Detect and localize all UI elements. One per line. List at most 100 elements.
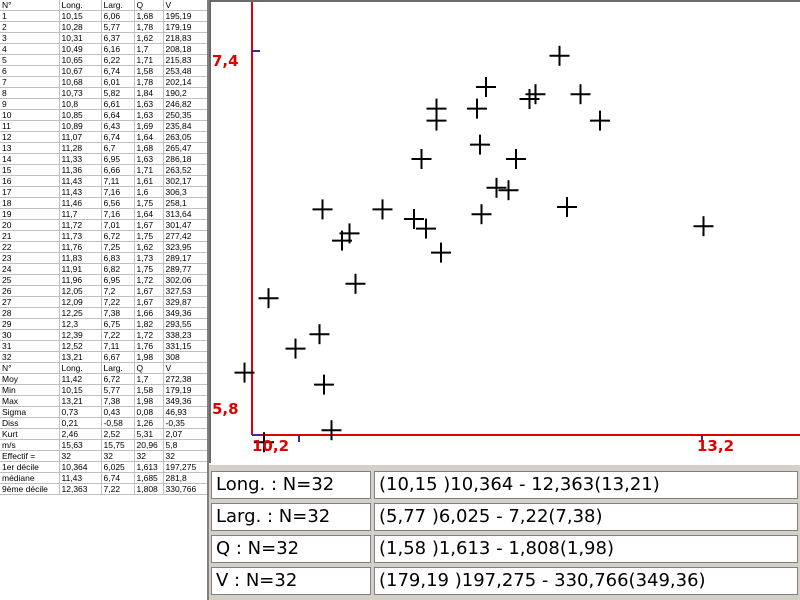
table-cell[interactable]: 215,83 xyxy=(163,54,207,66)
table-row[interactable]: 16 11,43 7,11 1,61 302,17 xyxy=(0,175,207,187)
table-cell[interactable]: 1,71 xyxy=(134,164,164,176)
table-cell[interactable]: 7,2 xyxy=(101,285,135,297)
table-cell[interactable]: 1,67 xyxy=(134,219,164,231)
table-cell[interactable]: 208,18 xyxy=(163,43,207,55)
table-cell[interactable]: 338,23 xyxy=(163,329,207,341)
table-cell[interactable]: 0,21 xyxy=(59,417,102,429)
table-cell[interactable]: 1,82 xyxy=(134,318,164,330)
table-cell[interactable]: 1,6 xyxy=(134,186,164,198)
table-cell[interactable]: N° xyxy=(0,0,60,11)
table-cell[interactable]: 12,363 xyxy=(59,483,102,495)
table-cell[interactable]: 6,7 xyxy=(101,142,135,154)
table-cell[interactable]: 6,95 xyxy=(101,274,135,286)
table-cell[interactable]: 7,38 xyxy=(101,307,135,319)
table-cell[interactable]: 6,74 xyxy=(101,472,135,484)
table-cell[interactable]: m/s xyxy=(0,439,60,451)
table-cell[interactable]: 1,58 xyxy=(134,65,164,77)
table-row[interactable]: 6 10,67 6,74 1,58 253,48 xyxy=(0,65,207,77)
table-cell[interactable]: 15,63 xyxy=(59,439,102,451)
table-cell[interactable]: 7,16 xyxy=(101,186,135,198)
table-cell[interactable]: 253,48 xyxy=(163,65,207,77)
table-cell[interactable]: 263,05 xyxy=(163,131,207,143)
table-cell[interactable]: 11,96 xyxy=(59,274,102,286)
table-row[interactable]: 1 10,15 6,06 1,68 195,19 xyxy=(0,10,207,22)
table-cell[interactable]: 1,63 xyxy=(134,98,164,110)
table-cell[interactable]: 29 xyxy=(0,318,60,330)
table-cell[interactable]: 6,56 xyxy=(101,197,135,209)
table-cell[interactable]: 15,75 xyxy=(101,439,135,451)
table-row[interactable]: 7 10,68 6,01 1,78 202,14 xyxy=(0,76,207,88)
table-cell[interactable]: 331,15 xyxy=(163,340,207,352)
table-cell[interactable]: 5,77 xyxy=(101,21,135,33)
table-cell[interactable]: 12,52 xyxy=(59,340,102,352)
table-cell[interactable]: 1,75 xyxy=(134,197,164,209)
table-cell[interactable]: 1er décile xyxy=(0,461,60,473)
table-cell[interactable]: 1,64 xyxy=(134,208,164,220)
table-cell[interactable]: 32 xyxy=(101,450,135,462)
table-cell[interactable]: 6,75 xyxy=(101,318,135,330)
table-row[interactable]: m/s 15,63 15,75 20,96 5,8 xyxy=(0,439,207,451)
table-row[interactable]: 12 11,07 6,74 1,64 263,05 xyxy=(0,131,207,143)
table-cell[interactable]: 7,22 xyxy=(101,329,135,341)
table-cell[interactable]: 11,07 xyxy=(59,131,102,143)
table-cell[interactable]: -0,58 xyxy=(101,417,135,429)
table-cell[interactable]: 7,11 xyxy=(101,175,135,187)
table-cell[interactable]: 19 xyxy=(0,208,60,220)
table-cell[interactable]: 1,75 xyxy=(134,230,164,242)
table-row[interactable]: 26 12,05 7,2 1,67 327,53 xyxy=(0,285,207,297)
table-cell[interactable]: 272,38 xyxy=(163,373,207,385)
table-cell[interactable]: 327,53 xyxy=(163,285,207,297)
table-cell[interactable]: 1,808 xyxy=(134,483,164,495)
table-row[interactable]: Max 13,21 7,38 1,98 349,36 xyxy=(0,395,207,407)
table-cell[interactable]: 5 xyxy=(0,54,60,66)
table-cell[interactable]: 7 xyxy=(0,76,60,88)
table-cell[interactable]: 1,98 xyxy=(134,395,164,407)
table-cell[interactable]: 46,93 xyxy=(163,406,207,418)
table-cell[interactable]: 6,22 xyxy=(101,54,135,66)
table-cell[interactable]: 1,68 xyxy=(134,142,164,154)
table-cell[interactable]: 32 xyxy=(134,450,164,462)
table-cell[interactable]: 6,61 xyxy=(101,98,135,110)
table-cell[interactable]: 3 xyxy=(0,32,60,44)
table-row[interactable]: 5 10,65 6,22 1,71 215,83 xyxy=(0,54,207,66)
table-cell[interactable]: 20 xyxy=(0,219,60,231)
table-cell[interactable]: 202,14 xyxy=(163,76,207,88)
table-row[interactable]: 11 10,89 6,43 1,69 235,84 xyxy=(0,120,207,132)
table-cell[interactable]: 302,06 xyxy=(163,274,207,286)
table-cell[interactable]: 24 xyxy=(0,263,60,275)
table-cell[interactable]: 1,64 xyxy=(134,131,164,143)
table-cell[interactable]: V xyxy=(163,362,207,374)
table-row[interactable]: 21 11,73 6,72 1,75 277,42 xyxy=(0,230,207,242)
table-cell[interactable]: 330,766 xyxy=(163,483,207,495)
table-cell[interactable]: 4 xyxy=(0,43,60,55)
table-cell[interactable]: 17 xyxy=(0,186,60,198)
table-cell[interactable]: 1,26 xyxy=(134,417,164,429)
table-cell[interactable]: 1,78 xyxy=(134,21,164,33)
table-cell[interactable]: 5,82 xyxy=(101,87,135,99)
table-cell[interactable]: 1,75 xyxy=(134,263,164,275)
table-cell[interactable]: 1,73 xyxy=(134,252,164,264)
table-cell[interactable]: 6,43 xyxy=(101,120,135,132)
table-cell[interactable]: 6,72 xyxy=(101,230,135,242)
table-cell[interactable]: 12,09 xyxy=(59,296,102,308)
table-row[interactable]: 32 13,21 6,67 1,98 308 xyxy=(0,351,207,363)
table-cell[interactable]: 1,7 xyxy=(134,43,164,55)
table-cell[interactable]: 1,66 xyxy=(134,307,164,319)
table-cell[interactable]: 10,65 xyxy=(59,54,102,66)
table-cell[interactable]: 15 xyxy=(0,164,60,176)
table-row[interactable]: 2 10,28 5,77 1,78 179,19 xyxy=(0,21,207,33)
table-cell[interactable]: 197,275 xyxy=(163,461,207,473)
table-cell[interactable]: 10,67 xyxy=(59,65,102,77)
table-row[interactable]: Moy 11,42 6,72 1,7 272,38 xyxy=(0,373,207,385)
table-cell[interactable]: 11,28 xyxy=(59,142,102,154)
table-cell[interactable]: 1,67 xyxy=(134,285,164,297)
table-cell[interactable]: 11,36 xyxy=(59,164,102,176)
table-cell[interactable]: 10,89 xyxy=(59,120,102,132)
table-cell[interactable]: 16 xyxy=(0,175,60,187)
table-cell[interactable]: 306,3 xyxy=(163,186,207,198)
table-row[interactable]: 13 11,28 6,7 1,68 265,47 xyxy=(0,142,207,154)
table-cell[interactable]: 235,84 xyxy=(163,120,207,132)
table-cell[interactable]: 6,16 xyxy=(101,43,135,55)
table-cell[interactable]: V xyxy=(163,0,207,11)
table-cell[interactable]: 10,15 xyxy=(59,10,102,22)
